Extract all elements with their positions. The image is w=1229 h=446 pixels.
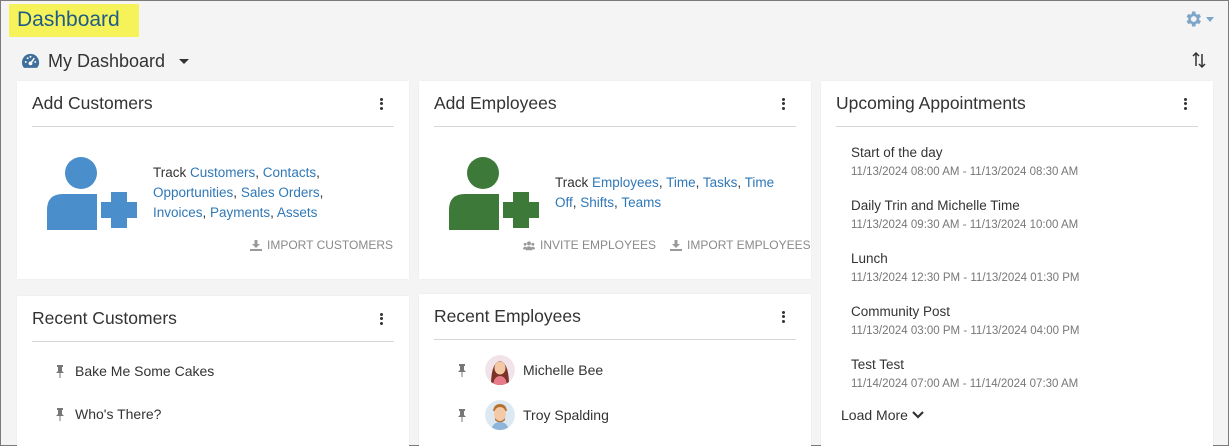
dashboard-gauge-icon — [21, 53, 40, 68]
card-title: Recent Employees — [434, 306, 581, 326]
recent-employees-card: Recent Employees Michelle Bee Troy Spald… — [419, 294, 811, 446]
pin-icon — [56, 407, 64, 421]
users-icon — [523, 240, 535, 250]
pin-icon — [458, 408, 466, 422]
appointment-title: Daily Trin and Michelle Time — [851, 198, 1020, 213]
appointment-time: 11/13/2024 08:00 AM - 11/13/2024 08:30 A… — [851, 166, 1079, 178]
track-word: Track — [555, 175, 589, 190]
employee-actions: INVITE EMPLOYEES IMPORT EMPLOYEES — [523, 238, 811, 252]
appointment-item[interactable]: Community Post 11/13/2024 03:00 PM - 11/… — [851, 304, 1080, 337]
appointment-time: 11/13/2024 09:30 AM - 11/13/2024 10:00 A… — [851, 219, 1079, 231]
kebab-menu-icon[interactable] — [376, 97, 386, 111]
appointment-title: Lunch — [851, 251, 888, 266]
import-employees-button[interactable]: IMPORT EMPLOYEES — [670, 238, 811, 252]
avatar — [485, 400, 515, 430]
load-more-button[interactable]: Load More — [841, 407, 924, 423]
track-word: Track — [153, 165, 187, 180]
link-employees[interactable]: Employees — [592, 175, 659, 190]
card-header: Add Employees — [434, 81, 796, 127]
download-icon — [250, 239, 262, 251]
appointment-title: Test Test — [851, 357, 905, 372]
invite-employees-label: INVITE EMPLOYEES — [540, 238, 657, 252]
page-title: Dashboard — [9, 4, 139, 37]
import-customers-label: IMPORT CUSTOMERS — [267, 238, 394, 252]
settings-menu[interactable] — [1183, 9, 1214, 29]
appointment-item[interactable]: Lunch 11/13/2024 12:30 PM - 11/13/2024 0… — [851, 251, 1080, 284]
kebab-menu-icon[interactable] — [778, 310, 788, 324]
upcoming-appointments-card: Upcoming Appointments Start of the day 1… — [821, 81, 1213, 446]
card-title: Upcoming Appointments — [836, 93, 1026, 113]
customer-name: Bake Me Some Cakes — [75, 363, 215, 379]
employee-name: Michelle Bee — [523, 362, 604, 378]
link-tasks[interactable]: Tasks — [703, 175, 738, 190]
link-assets[interactable]: Assets — [277, 205, 318, 220]
chevron-down-icon — [1206, 16, 1214, 22]
appointment-item[interactable]: Test Test 11/14/2024 07:00 AM - 11/14/20… — [851, 357, 1078, 390]
link-opportunities[interactable]: Opportunities — [153, 185, 233, 200]
employees-track-text: Track Employees, Time, Tasks, Time Off, … — [555, 175, 775, 210]
add-employees-card: Add Employees Track Employees, Time, Tas… — [419, 81, 811, 279]
invite-employees-button[interactable]: INVITE EMPLOYEES — [523, 238, 656, 252]
link-teams[interactable]: Teams — [621, 195, 661, 210]
add-employee-icon — [449, 157, 543, 230]
sort-icon[interactable] — [1192, 51, 1206, 69]
customer-actions: IMPORT CUSTOMERS — [250, 238, 393, 252]
gear-icon — [1186, 11, 1201, 27]
customers-track-text: Track Customers, Contacts, Opportunities… — [153, 165, 324, 220]
kebab-menu-icon[interactable] — [376, 312, 386, 326]
pin-icon — [458, 363, 466, 377]
card-header: Recent Customers — [32, 296, 394, 342]
kebab-menu-icon[interactable] — [778, 97, 788, 111]
card-header: Recent Employees — [434, 294, 796, 340]
load-more-label: Load More — [841, 407, 908, 423]
card-title: Add Employees — [434, 93, 557, 113]
list-item[interactable]: Michelle Bee — [457, 355, 603, 385]
appointment-time: 11/13/2024 03:00 PM - 11/13/2024 04:00 P… — [851, 325, 1080, 337]
appointment-time: 11/13/2024 12:30 PM - 11/13/2024 01:30 P… — [851, 272, 1080, 284]
download-icon — [670, 239, 683, 251]
list-item[interactable]: Troy Spalding — [457, 400, 609, 430]
link-payments[interactable]: Payments — [210, 205, 270, 220]
chevron-down-icon — [912, 411, 924, 419]
link-contacts[interactable]: Contacts — [263, 165, 316, 180]
card-header: Add Customers — [32, 81, 394, 127]
import-employees-label: IMPORT EMPLOYEES — [687, 238, 811, 252]
appointment-title: Community Post — [851, 304, 951, 319]
appointment-item[interactable]: Daily Trin and Michelle Time 11/13/2024 … — [851, 198, 1078, 231]
kebab-menu-icon[interactable] — [1180, 97, 1190, 111]
card-title: Recent Customers — [32, 308, 177, 328]
link-customers[interactable]: Customers — [190, 165, 255, 180]
dashboard-selector[interactable]: My Dashboard — [21, 51, 190, 72]
appointment-title: Start of the day — [851, 145, 943, 160]
link-sales-orders[interactable]: Sales Orders — [241, 185, 320, 200]
add-customers-card: Add Customers Track Customers, Contacts,… — [17, 81, 409, 279]
import-customers-button[interactable]: IMPORT CUSTOMERS — [250, 238, 393, 252]
link-time[interactable]: Time — [666, 175, 696, 190]
card-title: Add Customers — [32, 93, 153, 113]
dashboard-name: My Dashboard — [48, 51, 166, 71]
add-customer-icon — [47, 157, 141, 230]
list-item[interactable]: Bake Me Some Cakes — [55, 363, 214, 379]
recent-customers-card: Recent Customers Bake Me Some Cakes Who'… — [17, 296, 409, 446]
pin-icon — [56, 364, 64, 378]
link-invoices[interactable]: Invoices — [153, 205, 203, 220]
link-shifts[interactable]: Shifts — [580, 195, 614, 210]
list-item[interactable]: Who's There? — [55, 406, 161, 422]
appointment-time: 11/14/2024 07:00 AM - 11/14/2024 07:30 A… — [851, 378, 1079, 390]
avatar — [485, 355, 515, 385]
appointment-item[interactable]: Start of the day 11/13/2024 08:00 AM - 1… — [851, 145, 1078, 178]
customer-name: Who's There? — [75, 406, 162, 422]
card-header: Upcoming Appointments — [836, 81, 1198, 127]
employee-name: Troy Spalding — [523, 407, 609, 423]
chevron-down-icon — [179, 59, 190, 64]
